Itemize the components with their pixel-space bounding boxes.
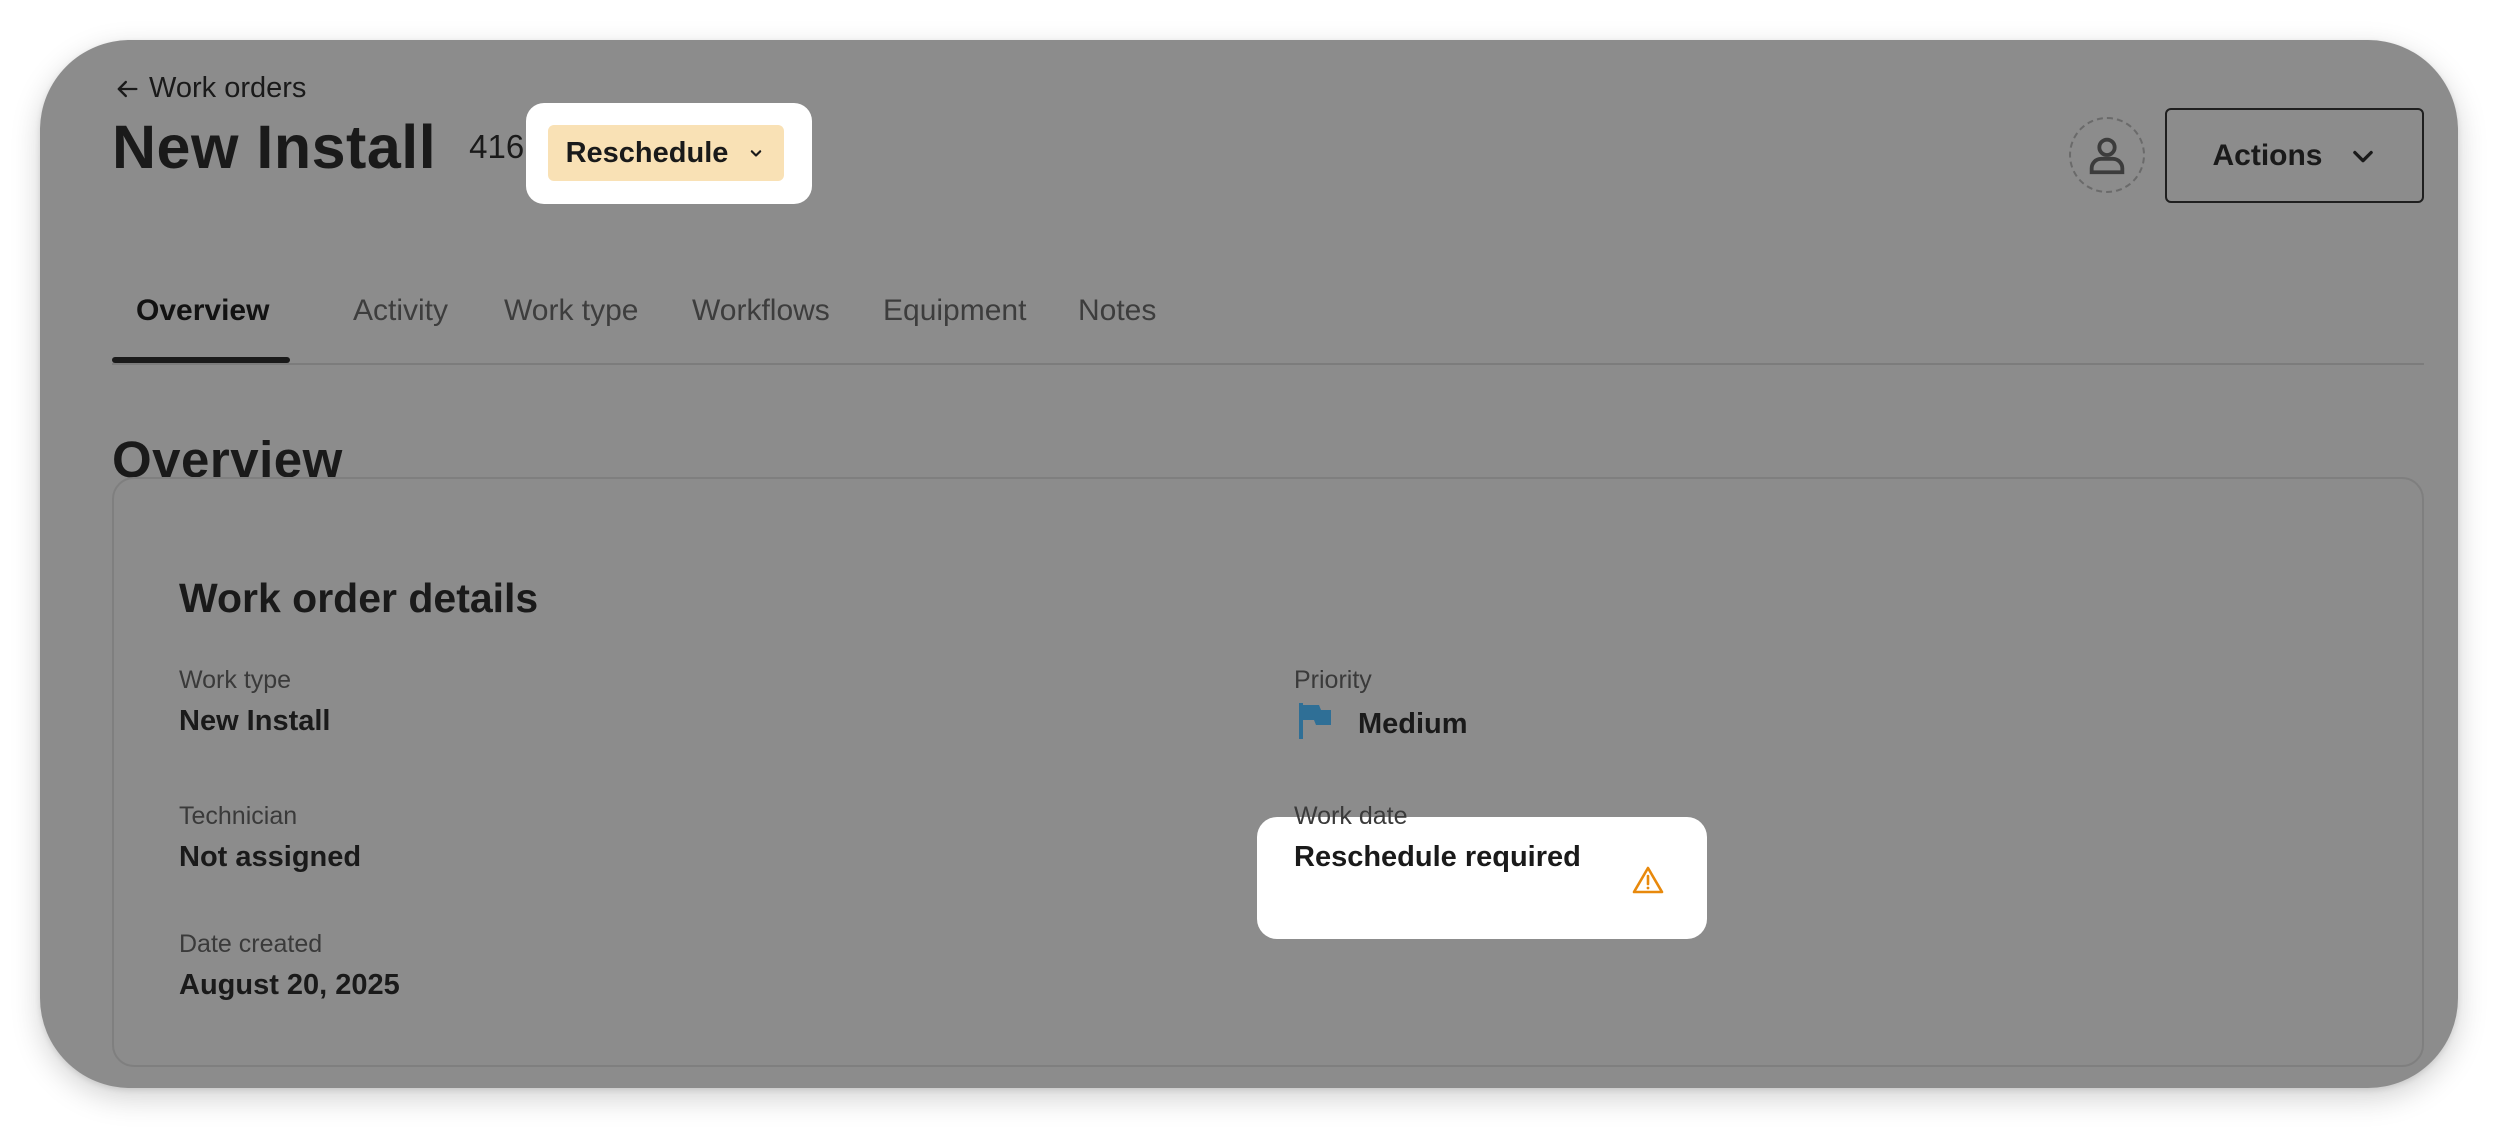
page-title: New Install — [112, 113, 437, 181]
status-label: Reschedule — [565, 136, 729, 169]
chevron-down-icon — [2352, 150, 2373, 162]
app-window: Work orders New Install 416 Reschedule A… — [40, 40, 2458, 1088]
back-link-label: Work orders — [149, 72, 307, 104]
work-date-value: Reschedule required — [1294, 841, 1581, 873]
work-type-value: New Install — [179, 705, 331, 737]
actions-label: Actions — [2212, 138, 2323, 172]
tab-notes[interactable]: Notes — [1078, 255, 1156, 363]
arrow-left-icon — [117, 80, 138, 97]
work-order-number: 416 — [469, 128, 525, 165]
tab-activity[interactable]: Activity — [353, 255, 448, 363]
date-created-label: Date created — [179, 930, 323, 958]
date-created-value: August 20, 2025 — [179, 969, 400, 1001]
user-icon — [2089, 137, 2125, 175]
technician-value: Not assigned — [179, 841, 362, 873]
technician-label: Technician — [179, 802, 298, 830]
warning-icon — [1632, 866, 1664, 894]
tab-work-type[interactable]: Work type — [504, 255, 639, 363]
flag-icon — [1299, 703, 1331, 739]
assignee-avatar[interactable] — [2069, 117, 2145, 193]
priority-value: Medium — [1358, 708, 1468, 740]
work-type-label: Work type — [179, 666, 292, 694]
chevron-down-icon — [751, 150, 762, 157]
tab-bar: Overview Activity Work type Workflows Eq… — [112, 255, 2424, 365]
tab-equipment[interactable]: Equipment — [883, 255, 1026, 363]
tab-workflows[interactable]: Workflows — [692, 255, 830, 363]
tab-overview[interactable]: Overview — [136, 255, 269, 363]
work-order-details-card: Work order details Work type New Install… — [112, 477, 2424, 1067]
back-link[interactable]: Work orders — [113, 72, 306, 105]
work-order-page: Work orders New Install 416 Reschedule A… — [40, 40, 2458, 1088]
work-date-label: Work date — [1294, 802, 1408, 830]
active-tab-indicator — [112, 357, 290, 363]
card-title: Work order details — [179, 575, 539, 621]
title-row: New Install 416 — [112, 112, 524, 182]
actions-button[interactable]: Actions — [2165, 108, 2424, 203]
priority-label: Priority — [1294, 666, 1372, 694]
status-dropdown[interactable]: Reschedule — [548, 125, 784, 181]
